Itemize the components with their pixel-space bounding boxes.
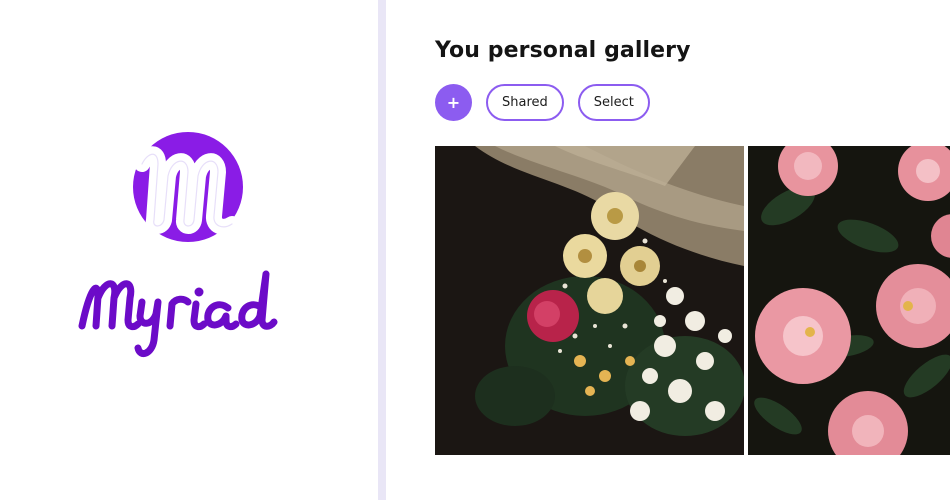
photo-grid: [435, 146, 950, 455]
page-title: You personal gallery: [435, 38, 691, 63]
brand-panel: [0, 0, 380, 500]
logo-mark: [133, 132, 243, 242]
app-root: You personal gallery + Shared Select: [0, 0, 950, 500]
gallery-panel: You personal gallery + Shared Select: [386, 0, 950, 500]
shared-filter-button[interactable]: Shared: [486, 84, 564, 121]
camellia-image: [748, 146, 950, 455]
bouquet-image: [435, 146, 744, 455]
plus-icon: +: [446, 93, 461, 112]
gallery-photo-camellia[interactable]: [748, 146, 950, 455]
add-photo-button[interactable]: +: [435, 84, 472, 121]
gallery-toolbar: + Shared Select: [435, 84, 650, 121]
panel-divider: [378, 0, 386, 500]
select-button[interactable]: Select: [577, 84, 650, 121]
gallery-photo-bouquet[interactable]: [435, 146, 744, 455]
logo-wordmark: [78, 270, 278, 357]
